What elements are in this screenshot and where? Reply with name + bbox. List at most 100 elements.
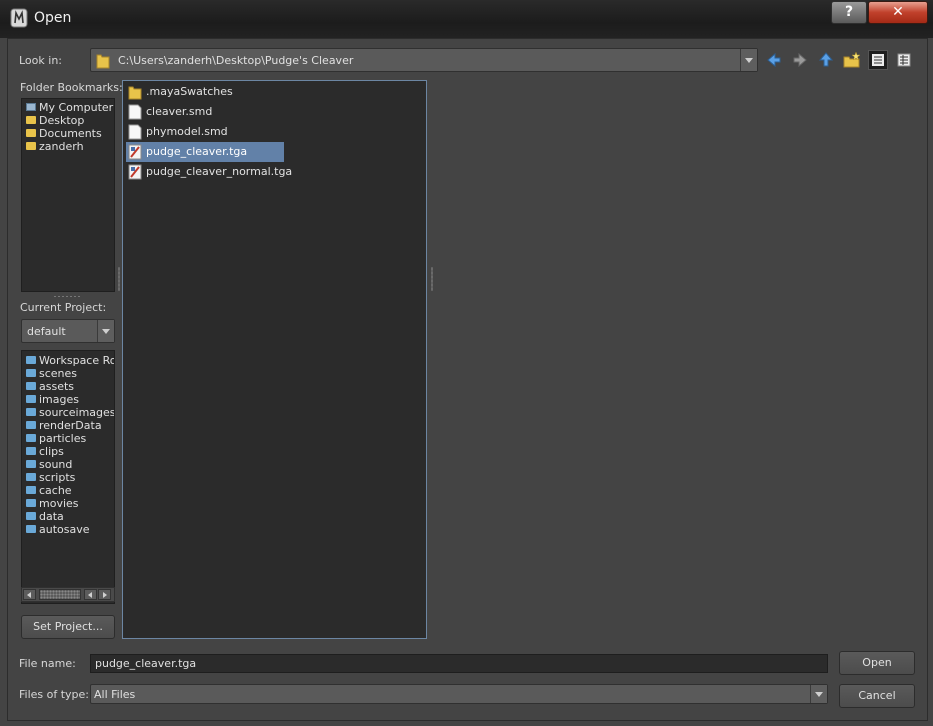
maya-app-icon xyxy=(10,8,28,28)
folder-icon xyxy=(26,142,36,150)
project-folder-label: autosave xyxy=(39,523,90,536)
folder-icon xyxy=(26,408,36,416)
splitter-grip[interactable] xyxy=(53,295,81,298)
computer-icon xyxy=(26,103,36,111)
help-button[interactable]: ? xyxy=(831,1,867,24)
file-icon xyxy=(128,104,142,120)
folder-icon xyxy=(26,499,36,507)
file-row[interactable]: pudge_cleaver_normal.tga xyxy=(126,162,292,182)
title-bar: Open ? ✕ xyxy=(0,0,933,38)
project-folder-item[interactable]: scenes xyxy=(26,367,77,380)
file-row[interactable]: pudge_cleaver.tga xyxy=(126,142,284,162)
project-folder-item[interactable]: movies xyxy=(26,497,79,510)
file-name: phymodel.smd xyxy=(146,125,228,138)
list-view-toggle[interactable] xyxy=(868,50,888,70)
forward-icon[interactable] xyxy=(790,50,810,70)
cancel-button[interactable]: Cancel xyxy=(839,684,915,708)
folder-icon xyxy=(26,116,36,124)
current-project-label: Current Project: xyxy=(20,301,107,314)
splitter-grip-left[interactable] xyxy=(118,267,120,291)
project-folder-item[interactable]: cache xyxy=(26,484,72,497)
back-icon[interactable] xyxy=(764,50,784,70)
project-folder-label: images xyxy=(39,393,79,406)
folder-icon xyxy=(26,382,36,390)
files-of-type-combo[interactable]: All Files xyxy=(90,684,828,704)
file-icon xyxy=(128,124,142,140)
bookmarks-list: My Computer Desktop Documents zanderh xyxy=(21,98,115,292)
look-in-dropdown-arrow[interactable] xyxy=(740,49,757,71)
project-folder-label: assets xyxy=(39,380,75,393)
folder-icon xyxy=(26,434,36,442)
folder-icon xyxy=(96,54,110,69)
scroll-thumb[interactable] xyxy=(39,589,81,600)
project-folder-item[interactable]: particles xyxy=(26,432,86,445)
project-folder-item[interactable]: sourceimages xyxy=(26,406,115,419)
folder-bookmarks-label: Folder Bookmarks: xyxy=(20,81,123,94)
new-folder-icon[interactable] xyxy=(842,50,862,70)
project-folder-label: sourceimages xyxy=(39,406,115,419)
scroll-right-button[interactable] xyxy=(98,589,111,600)
look-in-combo[interactable]: C:\Users\zanderh\Desktop\Pudge's Cleaver xyxy=(90,48,758,72)
image-file-icon xyxy=(128,164,142,180)
bookmark-desktop[interactable]: Desktop xyxy=(26,114,84,127)
bookmark-my-computer[interactable]: My Computer xyxy=(26,101,113,114)
folder-icon xyxy=(26,129,36,137)
up-folder-icon[interactable] xyxy=(816,50,836,70)
project-folder-item[interactable]: autosave xyxy=(26,523,90,536)
folder-icon xyxy=(26,512,36,520)
project-folder-label: data xyxy=(39,510,64,523)
folder-icon xyxy=(26,421,36,429)
project-horizontal-scrollbar[interactable] xyxy=(21,587,115,602)
project-folder-item[interactable]: renderData xyxy=(26,419,102,432)
files-of-type-value: All Files xyxy=(94,688,136,701)
window-title: Open xyxy=(34,10,72,26)
bookmark-documents[interactable]: Documents xyxy=(26,127,102,140)
file-name-input[interactable] xyxy=(90,654,828,673)
bookmark-zanderh[interactable]: zanderh xyxy=(26,140,84,153)
project-folder-label: renderData xyxy=(39,419,102,432)
project-folder-label: cache xyxy=(39,484,72,497)
scroll-left-button-2[interactable] xyxy=(84,589,97,600)
project-folder-item[interactable]: scripts xyxy=(26,471,75,484)
file-row[interactable]: cleaver.smd xyxy=(126,102,232,122)
file-row[interactable]: .mayaSwatches xyxy=(126,82,242,102)
project-folder-item[interactable]: Workspace Roo xyxy=(26,354,115,367)
set-project-button[interactable]: Set Project... xyxy=(21,615,115,639)
folder-icon xyxy=(128,86,142,100)
project-folder-item[interactable]: sound xyxy=(26,458,72,471)
folder-icon xyxy=(26,525,36,533)
project-folder-item[interactable]: images xyxy=(26,393,79,406)
folder-icon xyxy=(26,486,36,494)
project-folder-label: scripts xyxy=(39,471,76,484)
project-dropdown-arrow[interactable] xyxy=(97,320,114,342)
file-name: pudge_cleaver_normal.tga xyxy=(146,165,293,178)
folder-icon xyxy=(26,356,36,364)
project-combo[interactable]: default xyxy=(21,319,115,343)
project-folder-item[interactable]: clips xyxy=(26,445,64,458)
files-of-type-dropdown-arrow[interactable] xyxy=(810,685,827,703)
project-folder-item[interactable]: data xyxy=(26,510,64,523)
folder-icon xyxy=(26,395,36,403)
detail-view-icon[interactable] xyxy=(894,50,914,70)
project-selected: default xyxy=(27,325,66,338)
folder-icon xyxy=(26,460,36,468)
dialog-body: Look in: C:\Users\zanderh\Desktop\Pudge'… xyxy=(7,38,928,721)
file-name: pudge_cleaver.tga xyxy=(146,145,248,158)
file-row[interactable]: phymodel.smd xyxy=(126,122,232,142)
file-list: .mayaSwatches cleaver.smd phymodel.smd pudg… xyxy=(122,80,427,639)
project-folder-label: sound xyxy=(39,458,73,471)
open-button[interactable]: Open xyxy=(839,651,915,675)
splitter-grip-right[interactable] xyxy=(431,267,433,291)
scroll-left-button[interactable] xyxy=(23,589,36,600)
close-button[interactable]: ✕ xyxy=(868,1,928,24)
file-name: cleaver.smd xyxy=(146,105,213,118)
project-folders-tree: Workspace Roo scenes assets images sourceima… xyxy=(21,350,115,604)
project-folder-label: movies xyxy=(39,497,79,510)
look-in-path: C:\Users\zanderh\Desktop\Pudge's Cleaver xyxy=(118,54,354,67)
project-folder-label: Workspace Roo xyxy=(39,354,115,367)
file-name-label: File name: xyxy=(19,657,76,670)
project-folder-item[interactable]: assets xyxy=(26,380,74,393)
image-file-icon xyxy=(128,144,142,160)
file-name: .mayaSwatches xyxy=(146,85,233,98)
list-view-icon xyxy=(872,54,884,66)
